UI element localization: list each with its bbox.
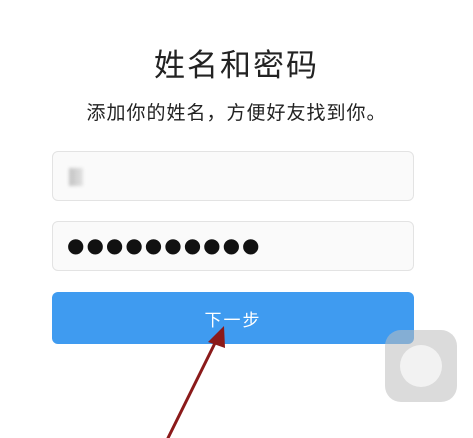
password-value: ●●●●●●●●●● (67, 233, 262, 257)
blurred-name-value (69, 168, 83, 186)
assistive-touch-button[interactable] (385, 330, 457, 402)
next-button[interactable]: 下一步 (52, 292, 414, 344)
password-field[interactable]: ●●●●●●●●●● (52, 221, 414, 271)
name-field[interactable] (52, 151, 414, 201)
subtitle: 添加你的姓名，方便好友找到你。 (86, 102, 387, 124)
page-title: 姓名和密码 (154, 48, 319, 84)
assistive-touch-icon (400, 345, 442, 387)
